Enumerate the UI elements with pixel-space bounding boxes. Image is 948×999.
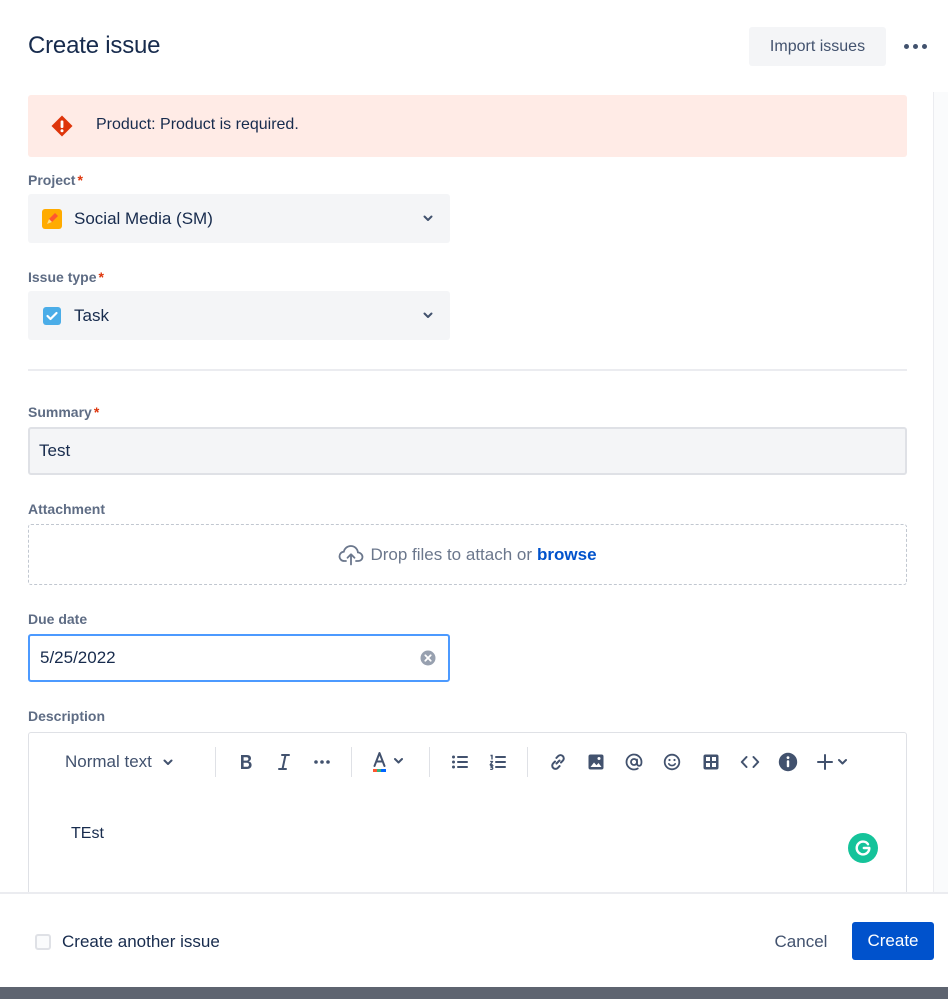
description-content[interactable]: TEst [71, 825, 104, 843]
browse-link[interactable]: browse [537, 545, 597, 565]
description-editor[interactable]: Normal text TEst [28, 732, 907, 892]
summary-input[interactable] [28, 427, 907, 475]
due-date-field[interactable] [28, 634, 450, 682]
bullet-list-button[interactable] [447, 749, 473, 775]
numbered-list-icon [489, 754, 506, 770]
more-dot-icon [921, 43, 927, 49]
project-select[interactable]: Social Media (SM) [28, 194, 450, 243]
link-button[interactable] [545, 749, 571, 775]
toolbar-separator [351, 747, 352, 777]
info-panel-icon [778, 752, 798, 772]
emoji-icon [663, 753, 681, 771]
text-style-dropdown[interactable]: Normal text [65, 749, 195, 775]
error-banner: Product: Product is required. [28, 95, 907, 157]
cancel-button[interactable]: Cancel [760, 923, 842, 961]
required-marker: * [93, 404, 100, 420]
image-icon [588, 754, 604, 770]
clear-icon[interactable] [420, 650, 436, 666]
insert-icon [817, 754, 847, 770]
attachment-dropzone[interactable]: Drop files to attach or browse [28, 524, 907, 585]
more-formatting-button[interactable] [309, 749, 335, 775]
upload-cloud-icon [339, 544, 364, 565]
required-marker: * [77, 172, 83, 188]
more-formatting-icon [314, 760, 330, 764]
more-dot-icon [912, 43, 918, 49]
issue-type-label-text: Issue type [28, 269, 97, 285]
project-label: Project * [28, 172, 83, 188]
dialog-header: Create issue Import issues [0, 0, 948, 92]
text-color-icon [373, 752, 403, 772]
text-color-button[interactable] [369, 749, 409, 775]
more-actions-button[interactable] [898, 32, 932, 60]
toolbar-separator [215, 747, 216, 777]
due-date-input[interactable] [40, 648, 400, 668]
italic-icon [278, 754, 290, 770]
code-button[interactable] [737, 749, 763, 775]
dialog-title: Create issue [28, 32, 161, 59]
error-message: Product: Product is required. [96, 116, 299, 133]
backdrop-strip [0, 987, 948, 999]
info-panel-button[interactable] [775, 749, 801, 775]
emoji-button[interactable] [659, 749, 685, 775]
import-issues-button[interactable]: Import issues [749, 27, 886, 66]
project-label-text: Project [28, 172, 76, 188]
required-marker: * [98, 269, 104, 285]
more-dot-icon [903, 43, 909, 49]
scrollbar[interactable] [933, 92, 948, 892]
numbered-list-button[interactable] [485, 749, 511, 775]
chevron-down-icon [423, 215, 433, 221]
chevron-down-icon [163, 759, 173, 765]
grammarly-icon [855, 840, 871, 856]
image-button[interactable] [583, 749, 609, 775]
project-value: Social Media (SM) [74, 209, 213, 228]
task-icon [43, 307, 61, 325]
create-button[interactable]: Create [852, 922, 934, 960]
create-another-label[interactable]: Create another issue [62, 932, 220, 952]
dialog-body: Product: Product is required. Project * S… [0, 92, 948, 892]
toolbar-separator [527, 747, 528, 777]
table-button[interactable] [698, 749, 724, 775]
project-avatar-icon [42, 209, 62, 229]
summary-label: Summary * [28, 404, 99, 420]
insert-button[interactable] [815, 749, 855, 775]
due-date-label: Due date [28, 611, 88, 627]
section-divider [28, 369, 907, 371]
code-icon [740, 756, 760, 768]
bold-button[interactable] [233, 749, 259, 775]
issue-type-select[interactable]: Task [28, 291, 450, 340]
dialog-footer: Create another issue Cancel Create [0, 892, 948, 987]
bold-icon [241, 755, 252, 769]
description-label: Description [28, 708, 106, 724]
summary-label-text: Summary [28, 404, 92, 420]
table-icon [703, 754, 719, 770]
editor-toolbar: Normal text [29, 733, 906, 791]
issue-type-label: Issue type * [28, 269, 104, 285]
create-another-checkbox[interactable] [35, 934, 51, 950]
bullet-list-icon [452, 755, 468, 769]
dropzone-text: Drop files to attach or [370, 544, 533, 564]
link-icon [551, 754, 565, 770]
issue-type-value: Task [74, 306, 109, 325]
chevron-down-icon [423, 312, 433, 318]
error-icon [51, 115, 73, 137]
italic-button[interactable] [271, 749, 297, 775]
mention-icon [625, 753, 643, 771]
grammarly-button[interactable] [848, 833, 878, 863]
text-style-value: Normal text [65, 752, 152, 771]
toolbar-separator [429, 747, 430, 777]
attachment-label: Attachment [28, 501, 106, 517]
mention-button[interactable] [621, 749, 647, 775]
